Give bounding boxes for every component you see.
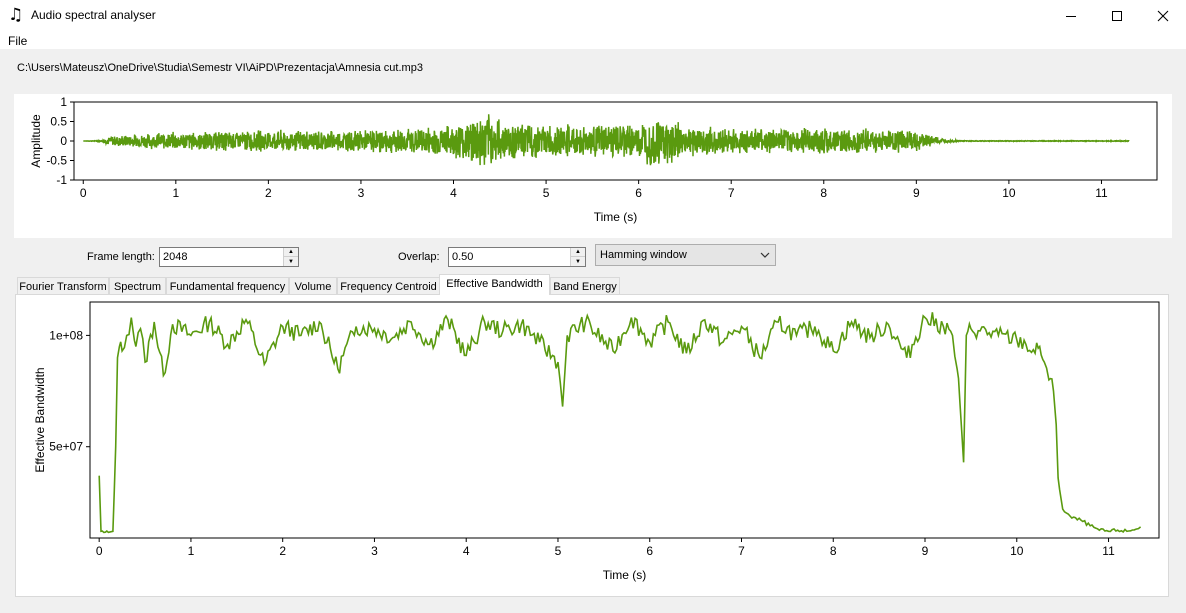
x-tick-label: 3 [371,544,378,558]
x-tick-label: 8 [820,186,827,200]
effective-bandwidth-line [98,312,1142,534]
x-tick-label: 4 [450,186,457,200]
y-tick-label: -1 [56,173,67,187]
close-button[interactable] [1140,0,1186,31]
spin-up-icon: ▲ [288,249,294,255]
maximize-button[interactable] [1094,0,1140,31]
y-tick-label: 5e+07 [49,440,83,454]
overlap-up-button[interactable]: ▲ [571,248,585,257]
y-tick-label: 0 [60,134,67,148]
x-tick-label: 4 [463,544,470,558]
x-tick-label: 5 [555,544,562,558]
chevron-down-icon [760,252,770,258]
overlap-down-button[interactable]: ▼ [571,257,585,266]
x-tick-label: 1 [188,544,195,558]
tab-volume[interactable]: Volume [289,277,337,295]
x-tick-label: 7 [738,544,745,558]
file-path-label: C:\Users\Mateusz\OneDrive\Studia\Semestr… [17,62,423,74]
effective-bandwidth-chart: 0 1 2 3 4 5 6 7 8 9 10 11 1e+08 5e+07 Time (s) Effectiv… [33,301,1160,582]
y-tick-label: -0.5 [46,154,67,168]
title-bar: ♫ Audio spectral analyser [0,0,1186,31]
tab-effective-bandwidth[interactable]: Effective Bandwidth [439,274,550,295]
y-tick-label: 1e+08 [49,328,83,342]
x-tick-label: 10 [1002,186,1016,200]
x-tick-label: 6 [646,544,653,558]
y-axis-label: Effective Bandwidth [33,367,47,472]
waveform-chart-panel: 0 1 2 3 4 5 6 7 8 9 10 11 1 0.5 0 -0.5 -1 Time (s) Amplitu… [14,94,1172,238]
x-axis-label: Time (s) [603,568,647,582]
x-tick-label: 9 [922,544,929,558]
frame-length-value: 2048 [163,251,188,263]
frame-length-input[interactable]: 2048 ▲ ▼ [159,247,299,267]
x-axis-label: Time (s) [594,210,638,224]
spin-down-icon: ▼ [288,258,294,265]
tab-frequency-centroid[interactable]: Frequency Centroid [337,277,440,295]
overlap-spinner[interactable]: ▲ ▼ [570,248,585,266]
x-tick-label: 10 [1010,544,1024,558]
window-type-select[interactable]: Hamming window [595,244,776,266]
x-tick-label: 1 [172,186,179,200]
close-icon [1157,10,1169,21]
menu-file[interactable]: File [8,34,27,48]
x-tick-label: 9 [913,186,920,200]
menu-bar: File [0,31,1186,49]
minimize-icon [1066,15,1076,17]
music-note-icon: ♫ [8,5,24,25]
tab-spectrum[interactable]: Spectrum [109,277,166,295]
window-title: Audio spectral analyser [31,8,156,22]
y-tick-label: 1 [60,95,67,109]
overlap-label: Overlap: [398,251,440,263]
x-tick-label: 0 [80,186,87,200]
y-axis-label: Amplitude [29,114,43,168]
frame-length-down-button[interactable]: ▼ [284,257,298,266]
frame-length-spinner[interactable]: ▲ ▼ [283,248,298,266]
minimize-button[interactable] [1048,0,1094,31]
x-tick-label: 0 [96,544,103,558]
tab-fourier-transform[interactable]: Fourier Transform [17,277,109,295]
window-type-value: Hamming window [600,249,687,261]
x-tick-label: 2 [279,544,286,558]
x-tick-label: 8 [830,544,837,558]
frame-length-label: Frame length: [87,251,155,263]
x-tick-label: 3 [358,186,365,200]
overlap-value: 0.50 [452,251,474,263]
effective-bandwidth-panel: 0 1 2 3 4 5 6 7 8 9 10 11 1e+08 5e+07 Time (s) Effectiv… [15,294,1169,597]
x-tick-label: 2 [265,186,272,200]
x-tick-label: 7 [728,186,735,200]
waveform-chart: 0 1 2 3 4 5 6 7 8 9 10 1110.50-0.5-1Time (s)Amplitu… [29,95,1158,224]
spin-up-icon: ▲ [575,249,581,255]
x-tick-label: 11 [1095,186,1108,200]
tab-fundamental-frequency[interactable]: Fundamental frequency [166,277,289,295]
overlap-input[interactable]: 0.50 ▲ ▼ [448,247,586,267]
spin-down-icon: ▼ [575,258,581,265]
x-tick-label: 5 [543,186,550,200]
waveform-line [83,114,1130,166]
maximize-icon [1112,10,1122,21]
x-tick-label: 11 [1102,544,1115,558]
y-tick-label: 0.5 [50,115,67,129]
tab-band-energy[interactable]: Band Energy [550,277,620,295]
x-tick-label: 6 [635,186,642,200]
frame-length-up-button[interactable]: ▲ [284,248,298,257]
